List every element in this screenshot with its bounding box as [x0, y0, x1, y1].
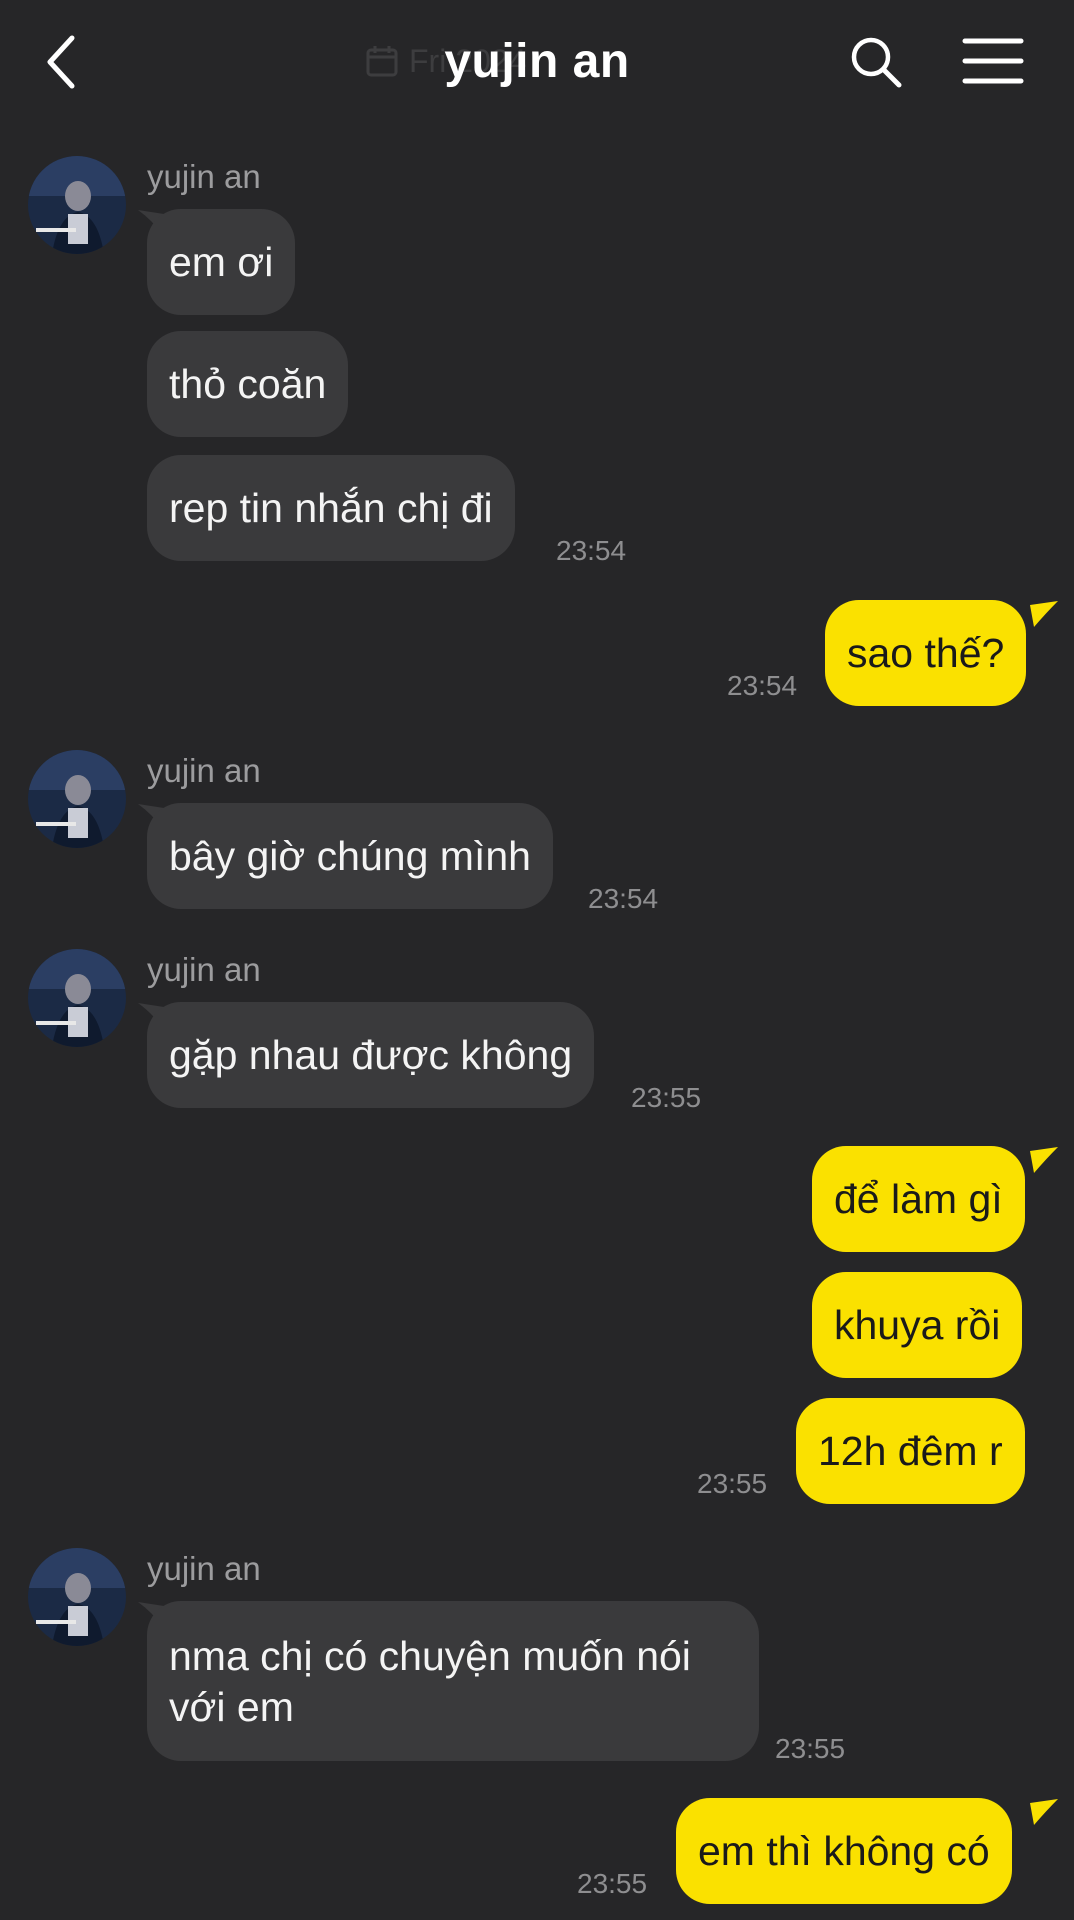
sender-name: yujin an: [147, 752, 261, 789]
avatar[interactable]: [28, 949, 126, 1047]
message-timestamp: 23:54: [727, 670, 798, 701]
avatar[interactable]: [28, 156, 126, 254]
message-bubble-incoming[interactable]: gặp nhau được không: [147, 1002, 595, 1108]
message-timestamp: 23:55: [577, 1868, 648, 1899]
bubble-tail: [1030, 1799, 1058, 1825]
search-icon[interactable]: [848, 34, 904, 90]
message-bubble-outgoing[interactable]: 12h đêm r: [796, 1398, 1025, 1504]
bubble-tail: [1030, 601, 1058, 627]
message-timestamp: 23:54: [588, 883, 659, 914]
chat-title: yujin an: [444, 35, 630, 88]
message-timestamp: 23:55: [631, 1082, 702, 1113]
message-timestamp: 23:55: [775, 1733, 846, 1764]
message-bubble-incoming[interactable]: thỏ coăn: [147, 331, 349, 437]
sender-name: yujin an: [147, 158, 261, 195]
avatar[interactable]: [28, 750, 126, 848]
sender-name: yujin an: [147, 1550, 261, 1587]
message-bubble-outgoing[interactable]: em thì không có: [676, 1798, 1012, 1904]
message-bubble-incoming[interactable]: em ơi: [147, 209, 296, 315]
message-timestamp: 23:55: [697, 1468, 768, 1499]
chat-header: Fri 2024 yujin an: [0, 0, 1074, 125]
avatar[interactable]: [28, 1548, 126, 1646]
hamburger-menu-icon[interactable]: [962, 36, 1024, 86]
message-bubble-outgoing[interactable]: khuya rồi: [812, 1272, 1023, 1378]
message-bubble-outgoing[interactable]: để làm gì: [812, 1146, 1025, 1252]
message-bubble-outgoing[interactable]: sao thế?: [825, 600, 1027, 706]
message-bubble-incoming[interactable]: nma chị có chuyện muốn nói với em: [147, 1601, 759, 1761]
sender-name: yujin an: [147, 951, 261, 988]
message-timestamp: 23:54: [556, 535, 627, 566]
bubble-tail: [1030, 1147, 1058, 1173]
message-bubble-incoming[interactable]: bây giờ chúng mình: [147, 803, 553, 909]
message-bubble-incoming[interactable]: rep tin nhắn chị đi: [147, 455, 515, 561]
